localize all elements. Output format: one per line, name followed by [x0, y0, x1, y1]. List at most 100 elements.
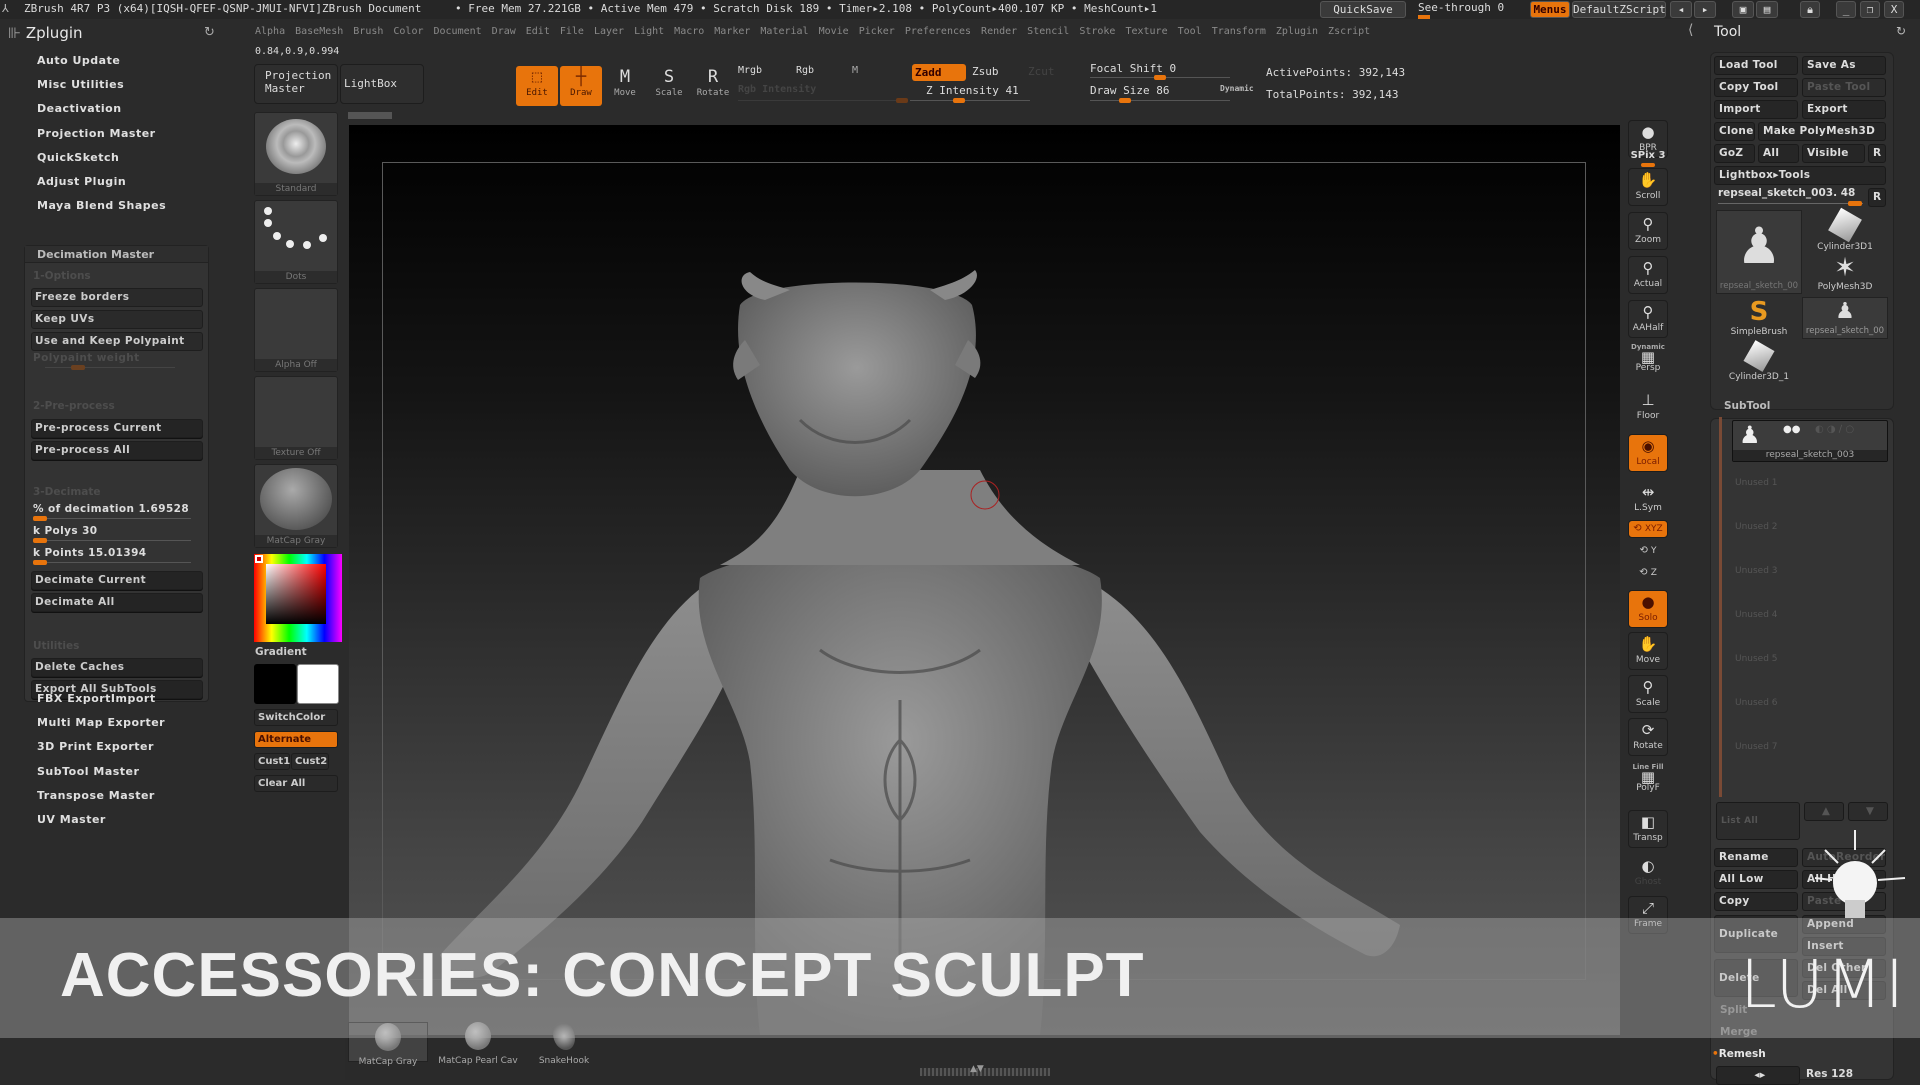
goz-r-button[interactable]: R [1868, 144, 1886, 163]
current-tool-slider[interactable] [1718, 203, 1863, 204]
keep-polypaint-button[interactable]: Use and Keep Polypaint [31, 332, 203, 351]
subtool-item[interactable]: ♟ ●● ◐ ◑ ∕ ○ repseal_sketch_003 [1732, 420, 1888, 462]
plugin-item[interactable]: Projection Master [37, 127, 156, 140]
zadd-button[interactable]: Zadd [912, 64, 966, 81]
zplugin-header[interactable]: ⊪ Zplugin [8, 24, 83, 42]
menu-macro[interactable]: Macro [669, 22, 709, 42]
menu-layer[interactable]: Layer [589, 22, 629, 42]
decimation-percent-slider[interactable]: % of decimation 1.69528 [33, 503, 193, 521]
menu-zplugin[interactable]: Zplugin [1271, 22, 1323, 42]
menu-zscript[interactable]: Zscript [1323, 22, 1375, 42]
move-up-icon[interactable]: ▲ [1804, 802, 1844, 821]
zsub-button[interactable]: Zsub [972, 65, 999, 78]
menu-edit[interactable]: Edit [521, 22, 555, 42]
clear-all-button[interactable]: Clear All [254, 775, 338, 792]
subtool-slot-unused[interactable]: Unused 6 [1735, 698, 1778, 708]
mode-move-button[interactable]: M Move [604, 66, 646, 106]
material-thumb[interactable]: MatCap Gray [254, 464, 338, 548]
subtool-slot-unused[interactable]: Unused 1 [1735, 478, 1778, 488]
make-polymesh3d-button[interactable]: Make PolyMesh3D [1758, 122, 1886, 141]
spix-slider[interactable]: SPix 3 [1628, 150, 1668, 167]
mode-edit-button[interactable]: ⬚ Edit [516, 66, 558, 106]
subtool-scrollbar[interactable] [1719, 417, 1722, 797]
scroll-left-icon[interactable]: ◂ [1670, 1, 1692, 18]
rshelf-actual-button[interactable]: ⚲ Actual [1628, 256, 1668, 294]
sculpt-model[interactable] [349, 125, 1620, 1035]
visibility-toggle-icon[interactable]: ●● [1783, 424, 1800, 435]
mode-scale-button[interactable]: S Scale [648, 66, 690, 106]
bottom-scroll-handle[interactable] [920, 1068, 1050, 1076]
menu-light[interactable]: Light [629, 22, 669, 42]
mrgb-button[interactable]: Mrgb [738, 65, 762, 76]
color-saturation-square[interactable] [266, 564, 326, 624]
menu-preferences[interactable]: Preferences [900, 22, 976, 42]
goz-button[interactable]: GoZ [1714, 144, 1755, 163]
keep-uvs-button[interactable]: Keep UVs [31, 310, 203, 329]
rgb-intensity-slider[interactable]: Rgb Intensity [738, 84, 816, 95]
rshelf-lsym-button[interactable]: ⇹ L.Sym [1628, 480, 1668, 518]
plugin-item[interactable]: FBX ExportImport [37, 692, 156, 705]
rshelf-transp-button[interactable]: ◧ Transp [1628, 810, 1668, 848]
rshelf-y-button[interactable]: ⟲ Y [1628, 542, 1668, 560]
z-intensity-knob[interactable] [953, 98, 966, 103]
subtool-slot-unused[interactable]: Unused 3 [1735, 566, 1778, 576]
rshelf-zoom-button[interactable]: ⚲ Zoom [1628, 212, 1668, 250]
menu-picker[interactable]: Picker [854, 22, 900, 42]
rshelf-scroll-button[interactable]: ✋ Scroll [1628, 168, 1668, 206]
menu-movie[interactable]: Movie [814, 22, 854, 42]
lock-icon[interactable]: 🔒︎ [1800, 1, 1820, 18]
refresh-icon[interactable]: ↻ [204, 25, 215, 40]
subtool-slot-unused[interactable]: Unused 2 [1735, 522, 1778, 532]
copy-tool-button[interactable]: Copy Tool [1714, 78, 1798, 97]
menu-stroke[interactable]: Stroke [1074, 22, 1120, 42]
default-zscript-button[interactable]: DefaultZScript [1572, 1, 1666, 18]
plugin-item[interactable]: SubTool Master [37, 765, 139, 778]
m-button[interactable]: M [852, 65, 858, 76]
load-tool-button[interactable]: Load Tool [1714, 56, 1798, 75]
layout-alt-icon[interactable]: ▤ [1756, 1, 1778, 18]
menu-tool[interactable]: Tool [1173, 22, 1207, 42]
menu-stencil[interactable]: Stencil [1022, 22, 1074, 42]
brush-thumb[interactable]: Standard [254, 112, 338, 196]
menu-render[interactable]: Render [976, 22, 1022, 42]
menu-marker[interactable]: Marker [709, 22, 755, 42]
spix-knob[interactable] [1641, 163, 1655, 167]
lightbox-button[interactable]: LightBox [340, 64, 424, 104]
k-points-slider[interactable]: k Points 15.01394 [33, 547, 193, 565]
res-slider[interactable]: Res 128 [1806, 1068, 1853, 1080]
plugin-item[interactable]: UV Master [37, 813, 106, 826]
menus-button[interactable]: Menus [1530, 1, 1570, 18]
remesh-all-button[interactable]: ◂▸ [1716, 1066, 1800, 1085]
rshelf-z-button[interactable]: ⟲ Z [1628, 564, 1668, 582]
rshelf-persp-button[interactable]: Dynamic ▦ Persp [1628, 342, 1668, 380]
tool-panel-title[interactable]: Tool [1714, 24, 1741, 40]
secondary-color-swatch[interactable] [297, 664, 339, 704]
color-picker[interactable] [254, 554, 342, 642]
mode-draw-button[interactable]: ┼ Draw [560, 66, 602, 106]
rshelf-rotate-button[interactable]: ⟳ Rotate [1628, 718, 1668, 756]
plugin-item[interactable]: Maya Blend Shapes [37, 199, 166, 212]
plugin-item[interactable]: 3D Print Exporter [37, 740, 154, 753]
tool-thumb-simplebrush[interactable]: S SimpleBrush [1716, 297, 1802, 337]
tool-thumb-polymesh3d[interactable]: ✶ PolyMesh3D [1802, 254, 1888, 292]
menu-texture[interactable]: Texture [1120, 22, 1172, 42]
plugin-item[interactable]: Multi Map Exporter [37, 716, 165, 729]
freeze-borders-button[interactable]: Freeze borders [31, 288, 203, 307]
cust1-button[interactable]: Cust1 [254, 753, 290, 770]
quicksave-button[interactable]: QuickSave [1320, 1, 1406, 18]
plugin-item[interactable]: Transpose Master [37, 789, 155, 802]
decimate-current-button[interactable]: Decimate Current [31, 571, 203, 590]
subtool-slot-unused[interactable]: Unused 7 [1735, 742, 1778, 752]
cust2-button[interactable]: Cust2 [291, 753, 329, 770]
rshelf-solo-button[interactable]: ● Solo [1628, 590, 1668, 628]
menu-transform[interactable]: Transform [1207, 22, 1271, 42]
copy-subtool-button[interactable]: Copy [1714, 892, 1798, 911]
layout-icon[interactable]: ▣ [1732, 1, 1754, 18]
tool-thumb-repseal[interactable]: ♟ repseal_sketch_00 [1716, 210, 1802, 294]
texture-thumb[interactable]: Texture Off [254, 376, 338, 460]
switchcolor-button[interactable]: SwitchColor [254, 709, 338, 726]
list-all-button[interactable]: List All [1716, 802, 1800, 840]
menu-file[interactable]: File [555, 22, 589, 42]
goz-all-button[interactable]: All [1758, 144, 1799, 163]
menu-alpha[interactable]: Alpha [250, 22, 290, 42]
